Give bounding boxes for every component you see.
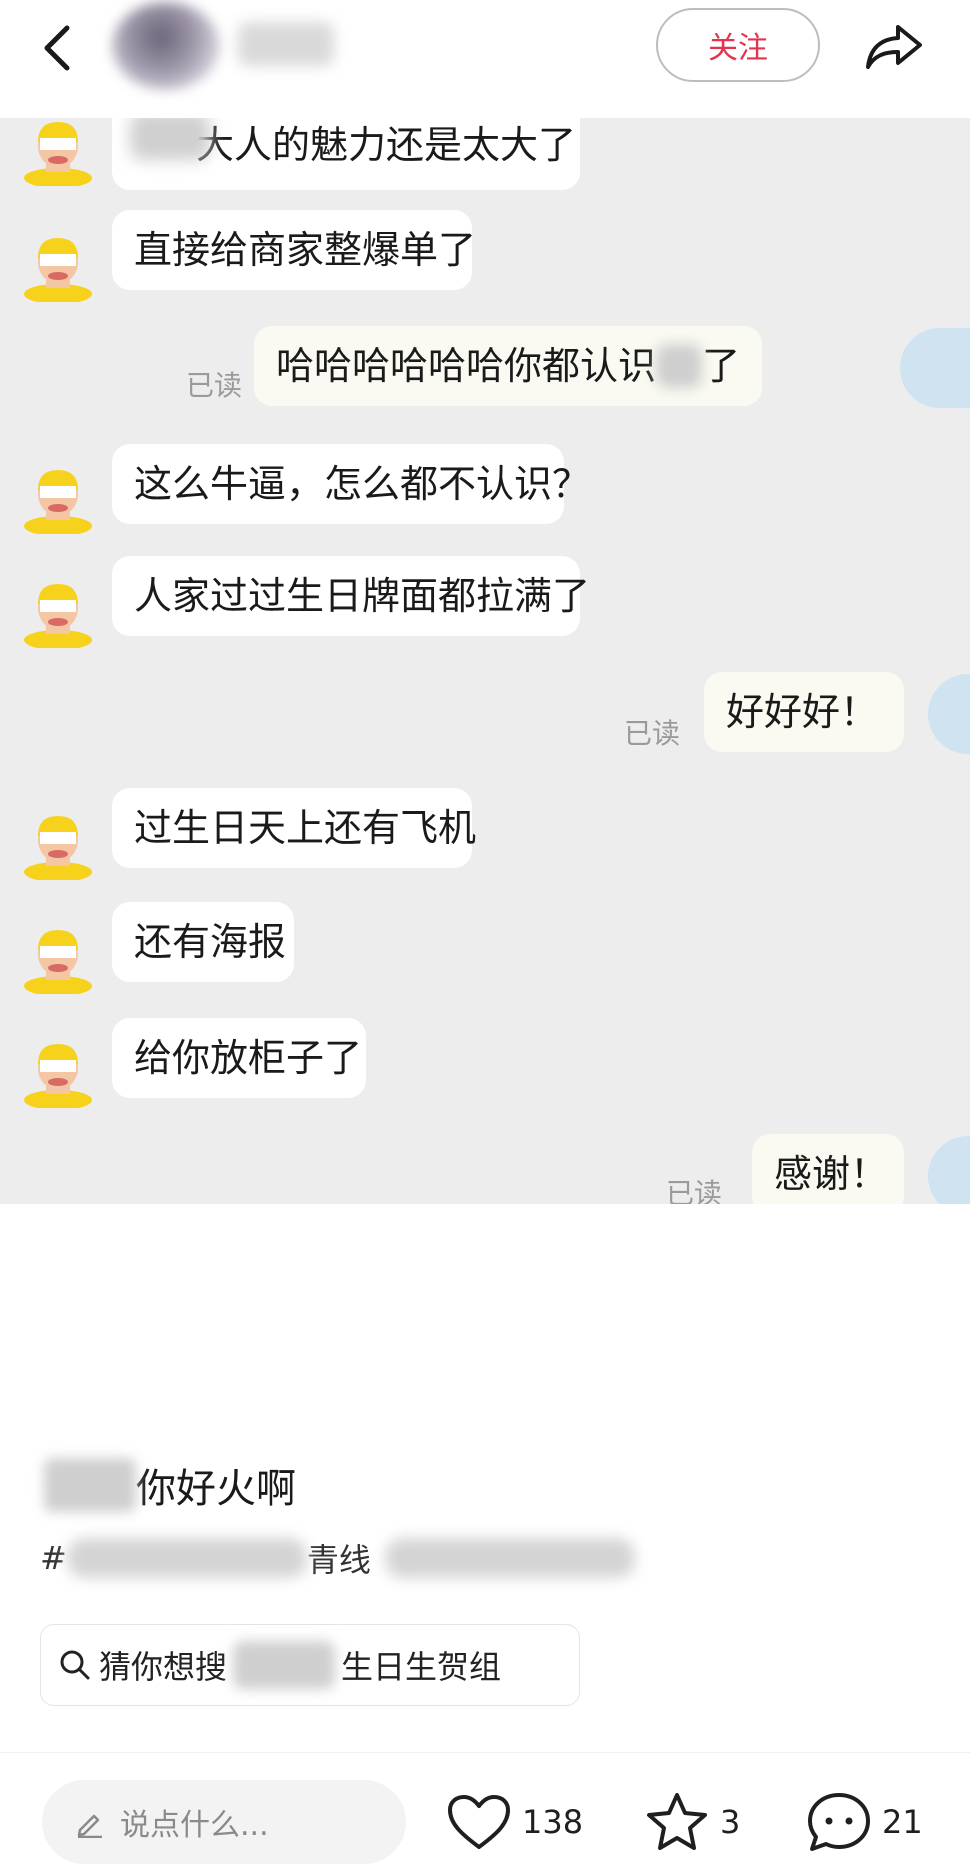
read-status: 已读 <box>186 369 243 402</box>
blurred-name <box>130 118 210 160</box>
chat-avatar <box>22 914 94 996</box>
suggestion-text: 生日生贺组 <box>341 1648 502 1686</box>
self-avatar <box>928 674 970 754</box>
suggestion-prefix: 猜你想搜 <box>99 1648 228 1686</box>
hashtag-fragment: 青线 <box>306 1541 371 1579</box>
self-avatar <box>900 328 970 408</box>
favorite-count: 3 <box>720 1803 741 1841</box>
hashtag-symbol: # <box>40 1539 67 1577</box>
chat-bubble-sent: 好好好！ <box>704 672 904 752</box>
chat-avatar <box>22 568 94 650</box>
chat-avatar <box>22 222 94 304</box>
author-avatar[interactable] <box>112 2 220 90</box>
top-bar: 关注 <box>0 0 970 118</box>
back-button[interactable] <box>28 20 84 76</box>
heart-icon <box>448 1795 510 1849</box>
blurred-hashtag <box>384 1538 635 1578</box>
message-text: 直接给商家整爆单了 <box>134 228 477 272</box>
message-text: 大人的魅力还是太大了 <box>196 123 577 167</box>
divider <box>0 1752 970 1753</box>
search-suggestion-chip[interactable]: 猜你想搜 生日生贺组 <box>40 1624 580 1706</box>
message-text: 还有海报 <box>134 920 287 964</box>
author-name[interactable] <box>238 22 334 66</box>
chat-bubble-sent: 哈哈哈哈哈哈你都认识 了 <box>254 326 762 406</box>
user-avatar-icon <box>24 470 92 536</box>
chat-bubble-received: 还有海报 <box>112 902 294 982</box>
chat-bubble-received: 人家过过生日牌面都拉满了 <box>112 556 590 636</box>
message-text: 哈哈哈哈哈哈你都认识 <box>276 344 657 388</box>
chat-bubble-sent: 感谢！ <box>752 1134 904 1214</box>
chat-avatar <box>22 800 94 882</box>
user-avatar-icon <box>24 122 92 188</box>
blurred-hashtag <box>66 1538 307 1578</box>
read-status: 已读 <box>624 717 681 750</box>
message-text: 给你放柜子了 <box>134 1036 363 1080</box>
favorite-button[interactable]: 3 <box>644 1790 740 1854</box>
comment-placeholder: 说点什么... <box>120 1808 269 1843</box>
message-text: 了 <box>701 344 740 388</box>
star-icon <box>647 1793 707 1850</box>
comment-count: 21 <box>882 1803 923 1841</box>
comment-bubble-icon <box>808 1793 870 1851</box>
chat-bubble-received: 这么牛逼，怎么都不认识？ <box>112 444 590 524</box>
comment-button[interactable]: 21 <box>806 1790 923 1854</box>
chat-bubble-received: 过生日天上还有飞机 <box>112 788 476 868</box>
user-avatar-icon <box>24 930 92 996</box>
chat-screenshot: 大人的魅力还是太大了 直接给商家整爆单了 已读 哈哈哈哈哈哈你都认识 了 这么牛… <box>0 118 970 1412</box>
user-avatar-icon <box>24 1044 92 1110</box>
share-button[interactable] <box>856 14 932 80</box>
follow-button[interactable]: 关注 <box>656 8 820 82</box>
chat-bubble-received: 直接给商家整爆单了 <box>112 210 476 290</box>
blurred-name <box>233 1641 336 1689</box>
pencil-icon <box>74 1806 106 1838</box>
user-avatar-icon <box>24 816 92 882</box>
chat-avatar <box>22 454 94 536</box>
message-text: 感谢！ <box>774 1152 889 1196</box>
chat-avatar <box>22 118 94 188</box>
comment-input[interactable]: 说点什么... <box>42 1780 406 1864</box>
like-button[interactable]: 138 <box>446 1790 583 1854</box>
post-title-text: 你好火啊 <box>136 1466 296 1512</box>
chevron-left-icon <box>44 25 70 71</box>
share-arrow-icon <box>866 25 922 69</box>
user-avatar-icon <box>24 584 92 650</box>
post-title: 你好火啊 <box>44 1455 296 1515</box>
chat-bubble-received: 给你放柜子了 <box>112 1018 366 1098</box>
message-text: 人家过过生日牌面都拉满了 <box>134 574 591 618</box>
chat-avatar <box>22 1028 94 1110</box>
hashtag-line[interactable]: # 青线 <box>40 1534 635 1582</box>
blurred-name <box>44 1458 136 1512</box>
chat-bottom-edge <box>0 1204 970 1412</box>
message-text: 好好好！ <box>726 690 879 734</box>
user-avatar-icon <box>24 238 92 304</box>
search-icon <box>60 1650 90 1680</box>
blurred-name <box>656 344 702 388</box>
like-count: 138 <box>522 1803 584 1841</box>
message-text: 这么牛逼，怎么都不认识？ <box>134 462 591 506</box>
message-text: 过生日天上还有飞机 <box>134 806 477 850</box>
